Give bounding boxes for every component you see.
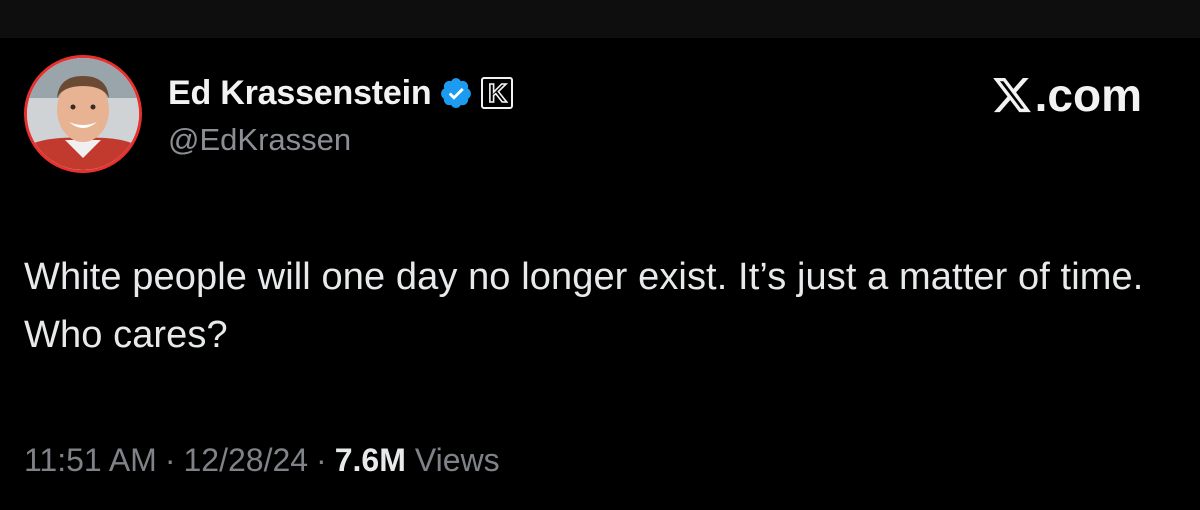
views-label: Views [414, 442, 500, 478]
tweet-date[interactable]: 12/28/24 [183, 442, 308, 479]
x-logo-icon [992, 77, 1031, 113]
avatar[interactable] [24, 55, 142, 173]
tweet-time[interactable]: 11:51 AM [24, 442, 157, 479]
tweet-text: White people will one day no longer exis… [24, 256, 1144, 356]
meta-separator: · [164, 442, 176, 478]
tweet-meta: 11:51 AM · 12/28/24 · 7.6M Views [24, 442, 500, 479]
author-handle[interactable]: @EdKrassen [168, 122, 351, 158]
watermark-domain-suffix: .com [1034, 69, 1142, 121]
views-count[interactable]: 7.6M [335, 442, 406, 479]
meta-separator: · [316, 442, 327, 478]
x-com-watermark: .com [991, 68, 1142, 122]
affiliate-badge-icon[interactable]: K [481, 77, 514, 109]
verified-check-icon[interactable] [439, 76, 473, 110]
author-display-name[interactable]: Ed Krassenstein [168, 74, 432, 113]
top-bar [0, 0, 1200, 38]
avatar-photo [27, 58, 139, 170]
author-name-row: Ed Krassenstein K [168, 70, 514, 116]
